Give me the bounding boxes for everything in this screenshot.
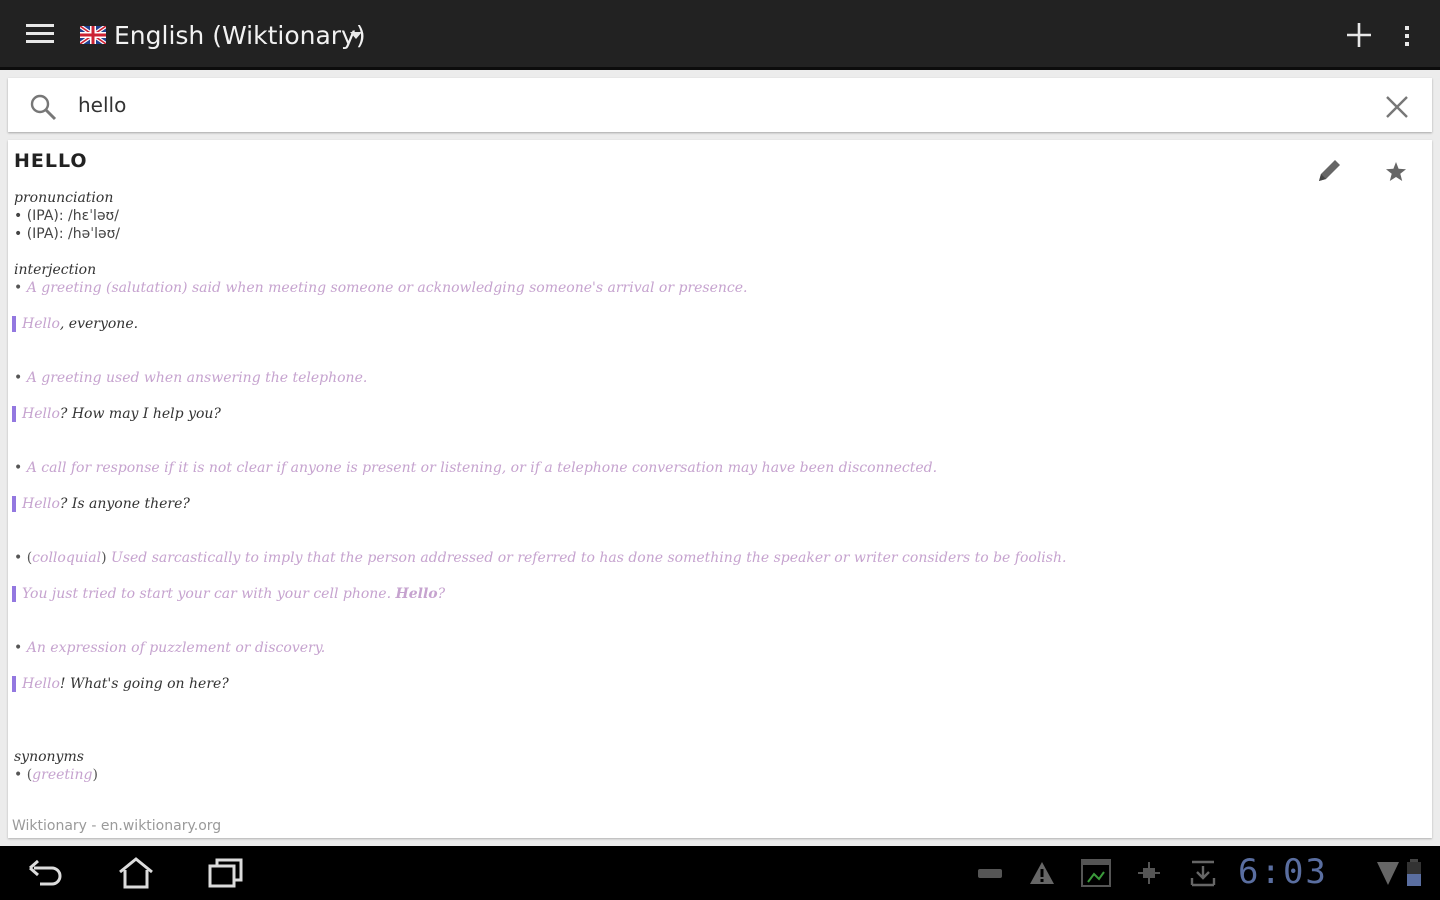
keyboard-icon [978,869,1002,878]
system-navigation-bar: 6:03 [0,846,1440,900]
example-headword-link[interactable]: Hello [22,496,60,512]
battery-icon [1407,859,1421,886]
pronunciation-label: pronunciation [14,190,114,206]
example-headword-link[interactable]: Hello [22,406,60,422]
dictionary-entry: HELLO pronunciation • (IPA): /hɛˈləʊ/ • … [8,140,1432,838]
pronunciation-ipa-1: • (IPA): /hɛˈləʊ/ [14,208,119,224]
search-input[interactable] [78,86,1358,124]
bullet: ) [92,767,98,783]
dropdown-caret-icon[interactable] [350,32,362,39]
uk-flag-icon [80,26,106,44]
home-icon[interactable] [116,856,156,890]
synonym-item: • (greeting) [14,767,98,783]
status-clock: 6:03 [1238,852,1328,892]
definition-text[interactable]: An expression of puzzlement or discovery… [27,640,326,656]
definition-3: • A call for response if it is not clear… [14,460,937,476]
synonym-link[interactable]: greeting [32,767,92,783]
source-attribution: Wiktionary - en.wiktionary.org [12,818,222,834]
example-5: Hello! What's going on here? [12,676,229,692]
example-text: ? [437,586,446,602]
part-of-speech-label: interjection [14,262,97,278]
search-bar [8,78,1432,132]
bullet: • [14,460,23,476]
search-icon [30,94,57,121]
action-bar: English (Wiktionary) [0,0,1440,70]
add-icon[interactable] [1344,20,1374,50]
bullet: • ( [14,550,33,566]
menu-icon[interactable] [26,24,54,46]
definition-text[interactable]: A greeting (salutation) said when meetin… [27,280,748,296]
bullet: • [14,640,23,656]
screenshot-notification-icon [1081,859,1111,887]
example-text: ? How may I help you? [59,406,221,422]
back-icon[interactable] [26,856,66,890]
example-1: Hello, everyone. [12,316,138,332]
definition-4: • (colloquial) Used sarcastically to imp… [14,550,1066,566]
synonyms-label: synonyms [14,749,84,765]
favorite-star-icon[interactable] [1384,160,1408,184]
definition-text[interactable]: A call for response if it is not clear i… [27,460,937,476]
download-icon [1190,860,1216,887]
definition-1: • A greeting (salutation) said when meet… [14,280,747,296]
clear-search-icon[interactable] [1384,94,1410,120]
warning-icon [1030,862,1054,884]
headword: HELLO [14,150,88,172]
definition-text[interactable]: Used sarcastically to imply that the per… [107,550,1066,566]
example-headword-link[interactable]: Hello [395,586,437,602]
overflow-menu-icon[interactable] [1401,25,1413,47]
definition-text[interactable]: A greeting used when answering the telep… [27,370,368,386]
example-2: Hello? How may I help you? [12,406,221,422]
usage-tag-link[interactable]: colloquial [32,550,101,566]
example-text: ! What's going on here? [59,676,229,692]
example-headword-link[interactable]: Hello [22,676,60,692]
definition-2: • A greeting used when answering the tel… [14,370,367,386]
pronunciation-ipa-2: • (IPA): /həˈləʊ/ [14,226,120,242]
edit-pencil-icon[interactable] [1314,156,1344,186]
example-text: ? Is anyone there? [59,496,190,512]
example-4: You just tried to start your car with yo… [12,586,445,602]
example-headword-link[interactable]: Hello [22,316,60,332]
example-3: Hello? Is anyone there? [12,496,190,512]
bullet: • ( [14,767,33,783]
wifi-signal-icon [1377,862,1399,885]
example-text: You just tried to start your car with yo… [22,586,396,602]
recent-apps-icon[interactable] [206,856,246,890]
bullet: • [14,370,23,386]
bullet: • [14,280,23,296]
dictionary-selector[interactable]: English (Wiktionary) [114,19,366,53]
example-text: , everyone. [59,316,139,332]
usb-debugging-icon [1138,862,1160,884]
definition-5: • An expression of puzzlement or discove… [14,640,325,656]
